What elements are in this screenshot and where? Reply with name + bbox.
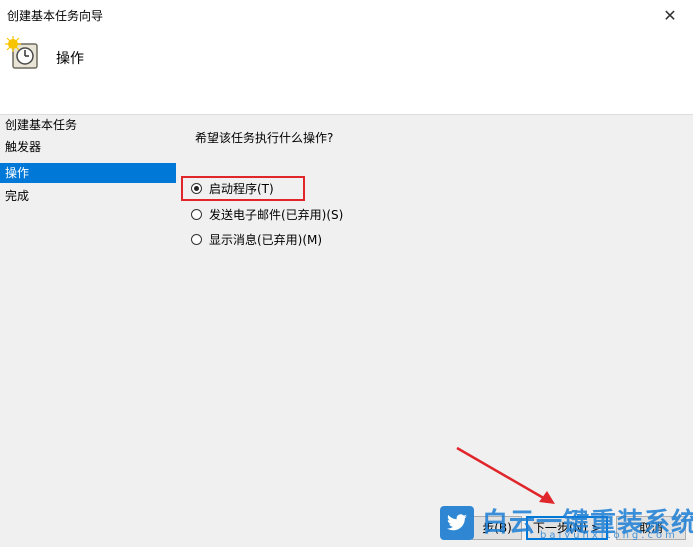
action-question: 希望该任务执行什么操作? bbox=[195, 131, 334, 145]
radio-button-checked[interactable] bbox=[191, 182, 202, 194]
wizard-content: 希望该任务执行什么操作? 启动程序(T) 发送电子邮件(已弃用)(S) 显示消息… bbox=[177, 115, 693, 547]
option-label: 发送电子邮件(已弃用)(S) bbox=[209, 207, 344, 222]
close-button[interactable]: ✕ bbox=[647, 0, 693, 30]
sidebar-item-action[interactable]: 操作 bbox=[0, 163, 176, 183]
sidebar-item-create-basic-task[interactable]: 创建基本任务 bbox=[0, 115, 176, 135]
option-label: 启动程序(T) bbox=[209, 181, 274, 196]
sidebar-item-label: 操作 bbox=[5, 166, 30, 180]
sidebar-item-finish[interactable]: 完成 bbox=[0, 186, 176, 206]
title-bar: 创建基本任务向导 ✕ bbox=[0, 0, 693, 30]
watermark-url: baiyunxitong.com bbox=[540, 530, 678, 541]
sidebar-item-label: 触发器 bbox=[5, 140, 42, 154]
radio-button[interactable] bbox=[191, 208, 202, 220]
radio-button[interactable] bbox=[191, 233, 202, 245]
sidebar-item-label: 完成 bbox=[5, 189, 30, 203]
page-title: 操作 bbox=[56, 51, 84, 67]
option-send-email[interactable]: 发送电子邮件(已弃用)(S) bbox=[191, 203, 343, 225]
option-start-program[interactable]: 启动程序(T) bbox=[191, 177, 274, 199]
option-display-message[interactable]: 显示消息(已弃用)(M) bbox=[191, 228, 322, 250]
sidebar-item-trigger[interactable]: 触发器 bbox=[0, 137, 176, 157]
close-icon: ✕ bbox=[663, 5, 677, 25]
sidebar-item-label: 创建基本任务 bbox=[5, 118, 78, 132]
wizard-header: 操作 bbox=[0, 30, 693, 115]
twitter-bird-icon bbox=[440, 506, 474, 540]
wizard-steps-sidebar: 创建基本任务 触发器 操作 完成 bbox=[0, 115, 177, 547]
task-scheduler-clock-icon bbox=[5, 36, 38, 69]
window-title: 创建基本任务向导 bbox=[7, 9, 104, 23]
site-watermark: 白云一键重装系统 baiyunxitong.com bbox=[440, 500, 693, 547]
option-label: 显示消息(已弃用)(M) bbox=[209, 232, 323, 247]
annotation-arrow-icon bbox=[456, 446, 555, 504]
